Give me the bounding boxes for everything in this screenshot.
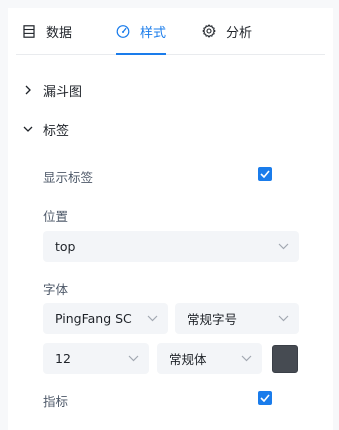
font-color-swatch[interactable] bbox=[272, 345, 298, 373]
font-size-value: 12 bbox=[55, 351, 71, 366]
metric-checkbox[interactable] bbox=[258, 391, 272, 405]
chevron-right-icon bbox=[22, 84, 34, 96]
chevron-down-icon bbox=[276, 240, 290, 254]
checkmark-icon bbox=[260, 170, 270, 178]
position-label: 位置 bbox=[43, 209, 69, 224]
font-size-select[interactable]: 12 bbox=[43, 343, 149, 374]
font-size-preset-value: 常规字号 bbox=[187, 312, 238, 327]
tab-label: 样式 bbox=[140, 25, 167, 41]
checkmark-icon bbox=[260, 394, 270, 402]
tab-label: 数据 bbox=[46, 25, 73, 41]
chevron-down-icon bbox=[239, 352, 253, 366]
section-title: 漏斗图 bbox=[43, 84, 83, 100]
panel-tabs: 数据 样式 分析 bbox=[16, 8, 325, 55]
show-labels-label: 显示标签 bbox=[43, 170, 94, 185]
section-labels[interactable]: 标签 bbox=[22, 119, 69, 139]
chevron-down-icon bbox=[145, 312, 159, 326]
tab-style[interactable]: 样式 bbox=[116, 8, 167, 55]
chevron-down-icon bbox=[22, 123, 34, 135]
tab-label: 分析 bbox=[226, 25, 253, 41]
section-funnel[interactable]: 漏斗图 bbox=[22, 80, 82, 100]
font-label: 字体 bbox=[43, 282, 69, 297]
show-labels-checkbox[interactable] bbox=[258, 167, 272, 181]
font-family-value: PingFang SC bbox=[55, 311, 132, 326]
font-size-preset-select[interactable]: 常规字号 bbox=[175, 303, 299, 334]
font-weight-value: 常规体 bbox=[169, 352, 207, 367]
gear-icon bbox=[202, 24, 216, 38]
tab-analysis[interactable]: 分析 bbox=[202, 8, 252, 54]
position-value: top bbox=[55, 239, 76, 254]
chevron-down-icon bbox=[126, 352, 140, 366]
section-title: 标签 bbox=[43, 123, 70, 139]
tab-data[interactable]: 数据 bbox=[22, 8, 72, 54]
position-select[interactable]: top bbox=[43, 231, 299, 262]
chevron-down-icon bbox=[276, 312, 290, 326]
gauge-icon bbox=[116, 24, 130, 38]
font-weight-select[interactable]: 常规体 bbox=[157, 343, 262, 374]
metric-label: 指标 bbox=[43, 394, 69, 409]
style-panel: 数据 样式 分析 漏斗图 标签 显示标签 位置 top 字体 PingFang … bbox=[8, 8, 333, 430]
font-family-select[interactable]: PingFang SC bbox=[43, 303, 168, 334]
table-icon bbox=[22, 24, 36, 38]
